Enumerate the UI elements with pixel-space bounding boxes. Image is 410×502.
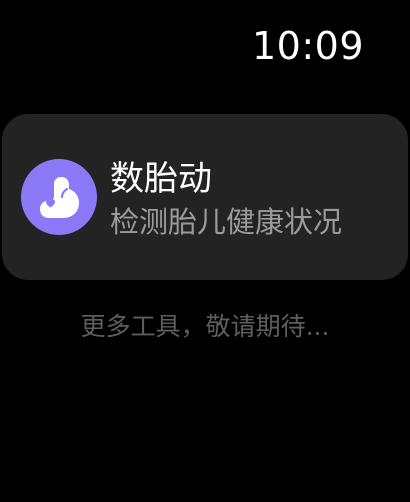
fetal-movement-card[interactable]: 数胎动 检测胎儿健康状况 [2,114,408,280]
more-tools-hint: 更多工具，敬请期待... [80,312,330,341]
fetal-movement-icon [21,159,97,235]
status-time: 10:09 [251,24,364,68]
tool-subtitle: 检测胎儿健康状况 [110,205,343,239]
tool-title: 数胎动 [110,159,212,199]
